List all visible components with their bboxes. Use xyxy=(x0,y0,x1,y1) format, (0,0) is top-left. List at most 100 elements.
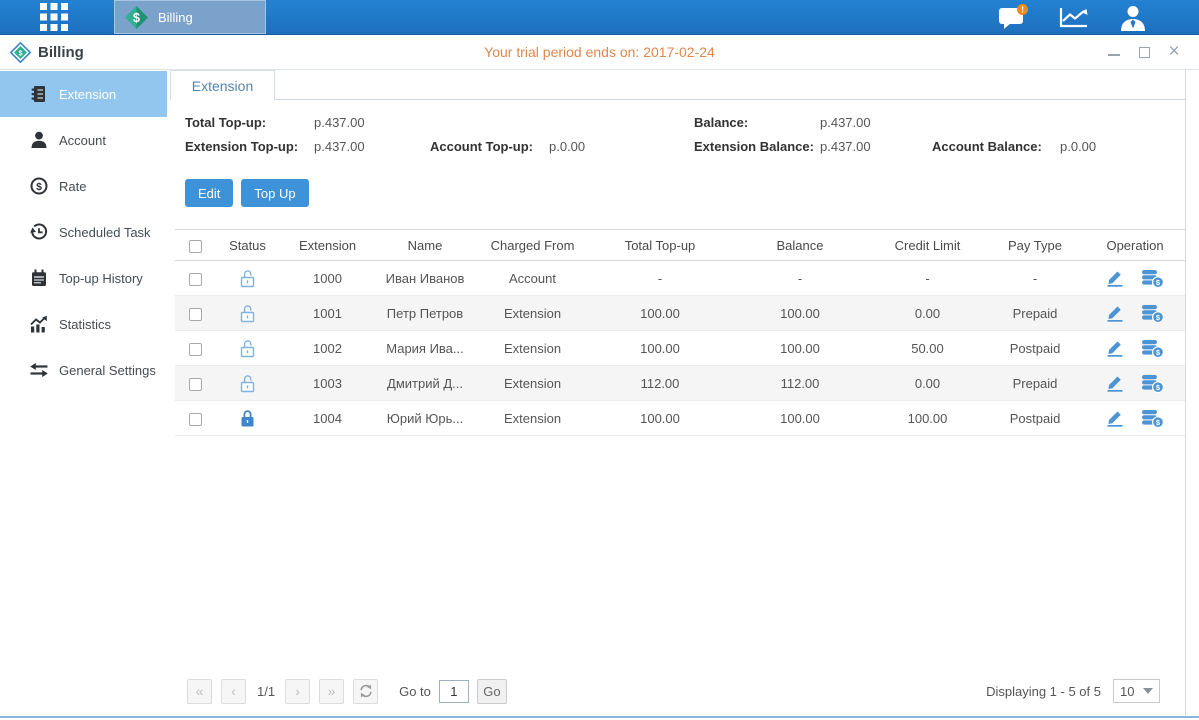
resource-monitor-icon[interactable] xyxy=(1059,6,1089,29)
total-topup-label: Total Top-up: xyxy=(185,115,314,130)
calendar-icon xyxy=(30,269,48,287)
edit-pencil-icon[interactable] xyxy=(1106,339,1125,357)
sidebar-item-scheduled-task[interactable]: Scheduled Task xyxy=(0,209,167,255)
col-charged-from: Charged From xyxy=(475,230,590,261)
cell-credit-limit: - xyxy=(870,261,985,296)
dollar-circle-icon: $ xyxy=(30,177,48,195)
main-content: Extension Total Top-up: p.437.00 Balance… xyxy=(167,70,1186,716)
dropdown-caret-icon xyxy=(1143,688,1153,694)
refresh-icon[interactable] xyxy=(353,679,378,704)
cell-balance: - xyxy=(730,261,870,296)
topup-coins-icon[interactable]: $ xyxy=(1141,374,1164,393)
sidebar-item-statistics[interactable]: Statistics xyxy=(0,301,167,347)
account-topup-value: p.0.00 xyxy=(549,139,694,154)
cell-name: Петр Петров xyxy=(375,296,475,331)
billing-app-window: $ Billing ! xyxy=(0,0,1199,720)
col-extension: Extension xyxy=(280,230,375,261)
sidebar-item-account[interactable]: Account xyxy=(0,117,167,163)
pagination-right: Displaying 1 - 5 of 5 10 xyxy=(986,679,1160,703)
row-checkbox[interactable] xyxy=(189,378,202,391)
close-icon[interactable]: × xyxy=(1167,45,1181,59)
user-account-icon[interactable] xyxy=(1119,4,1147,31)
topup-coins-icon[interactable]: $ xyxy=(1141,409,1164,428)
goto-page-input[interactable] xyxy=(439,680,469,703)
cell-total-topup: 100.00 xyxy=(590,331,730,366)
edit-pencil-icon[interactable] xyxy=(1106,409,1125,427)
extension-topup-label: Extension Top-up: xyxy=(185,139,314,154)
history-clock-icon xyxy=(30,223,48,241)
row-checkbox[interactable] xyxy=(189,273,202,286)
cell-extension: 1004 xyxy=(280,401,375,436)
balance-summary: Total Top-up: p.437.00 Balance: p.437.00… xyxy=(185,115,1185,154)
cell-charged-from: Extension xyxy=(475,366,590,401)
cell-pay-type: Prepaid xyxy=(985,366,1085,401)
person-icon xyxy=(30,131,48,149)
unlocked-icon xyxy=(239,374,256,393)
trial-notice: Your trial period ends on: 2017-02-24 xyxy=(0,44,1199,60)
edit-pencil-icon[interactable] xyxy=(1106,374,1125,392)
topup-coins-icon[interactable]: $ xyxy=(1141,304,1164,323)
billing-window-icon: $ xyxy=(10,42,31,63)
cell-name: Мария Ива... xyxy=(375,331,475,366)
account-topup-label: Account Top-up: xyxy=(430,139,549,154)
first-page-icon[interactable]: « xyxy=(187,679,212,704)
table-row: 1004Юрий Юрь...Extension100.00100.00100.… xyxy=(175,401,1185,436)
topbar: $ Billing ! xyxy=(0,0,1199,35)
edit-pencil-icon[interactable] xyxy=(1106,304,1125,322)
empty-area xyxy=(167,436,1185,672)
maximize-icon[interactable] xyxy=(1137,45,1151,59)
cell-charged-from: Account xyxy=(475,261,590,296)
page-size-select[interactable]: 10 xyxy=(1113,679,1160,703)
extension-topup-value: p.437.00 xyxy=(314,139,430,154)
row-checkbox[interactable] xyxy=(189,308,202,321)
select-all-checkbox[interactable] xyxy=(189,240,202,253)
topbar-app-tab-billing[interactable]: $ Billing xyxy=(114,0,266,34)
next-page-icon[interactable]: › xyxy=(285,679,310,704)
goto-label: Go to xyxy=(399,684,431,699)
cell-balance: 100.00 xyxy=(730,401,870,436)
topup-button[interactable]: Top Up xyxy=(241,179,308,207)
cell-pay-type: Postpaid xyxy=(985,401,1085,436)
cell-charged-from: Extension xyxy=(475,331,590,366)
titlebar-left: $ Billing xyxy=(0,42,84,63)
extension-balance-label: Extension Balance: xyxy=(694,139,820,154)
sidebar-item-label: Statistics xyxy=(59,317,111,332)
app-grid-icon[interactable] xyxy=(38,0,70,34)
pagination-bar: « ‹ 1/1 › » Go to Go Displaying xyxy=(167,672,1185,716)
minimize-icon[interactable] xyxy=(1107,45,1121,59)
svg-text:$: $ xyxy=(36,181,42,193)
unlocked-icon xyxy=(239,339,256,358)
messages-icon[interactable]: ! xyxy=(998,4,1029,31)
sidebar-item-label: Scheduled Task xyxy=(59,225,151,240)
window-title: Billing xyxy=(38,44,84,61)
row-checkbox[interactable] xyxy=(189,343,202,356)
bar-chart-icon xyxy=(30,315,48,333)
svg-text:$: $ xyxy=(18,48,22,57)
edit-pencil-icon[interactable] xyxy=(1106,269,1125,287)
topup-coins-icon[interactable]: $ xyxy=(1141,339,1164,358)
sidebar-item-extension[interactable]: Extension xyxy=(0,71,167,117)
toolbar: Edit Top Up xyxy=(185,179,1185,207)
cell-total-topup: 100.00 xyxy=(590,401,730,436)
go-button[interactable]: Go xyxy=(477,679,507,704)
col-pay-type: Pay Type xyxy=(985,230,1085,261)
sidebar-item-topup-history[interactable]: Top-up History xyxy=(0,255,167,301)
cell-charged-from: Extension xyxy=(475,401,590,436)
cell-charged-from: Extension xyxy=(475,296,590,331)
cell-balance: 100.00 xyxy=(730,331,870,366)
account-balance-label: Account Balance: xyxy=(932,139,1060,154)
sidebar-item-general-settings[interactable]: General Settings xyxy=(0,347,167,393)
last-page-icon[interactable]: » xyxy=(319,679,344,704)
window-body: Extension Account $ Rate xyxy=(0,70,1199,716)
sidebar-item-rate[interactable]: $ Rate xyxy=(0,163,167,209)
cell-credit-limit: 50.00 xyxy=(870,331,985,366)
topup-coins-icon[interactable]: $ xyxy=(1141,269,1164,288)
prev-page-icon[interactable]: ‹ xyxy=(221,679,246,704)
table-header-row: Status Extension Name Charged From Total… xyxy=(175,230,1185,261)
tab-extension[interactable]: Extension xyxy=(170,70,275,100)
unlocked-icon xyxy=(239,269,256,288)
row-checkbox[interactable] xyxy=(189,413,202,426)
edit-button[interactable]: Edit xyxy=(185,179,233,207)
balance-value: p.437.00 xyxy=(820,115,932,130)
sidebar-item-label: Rate xyxy=(59,179,86,194)
